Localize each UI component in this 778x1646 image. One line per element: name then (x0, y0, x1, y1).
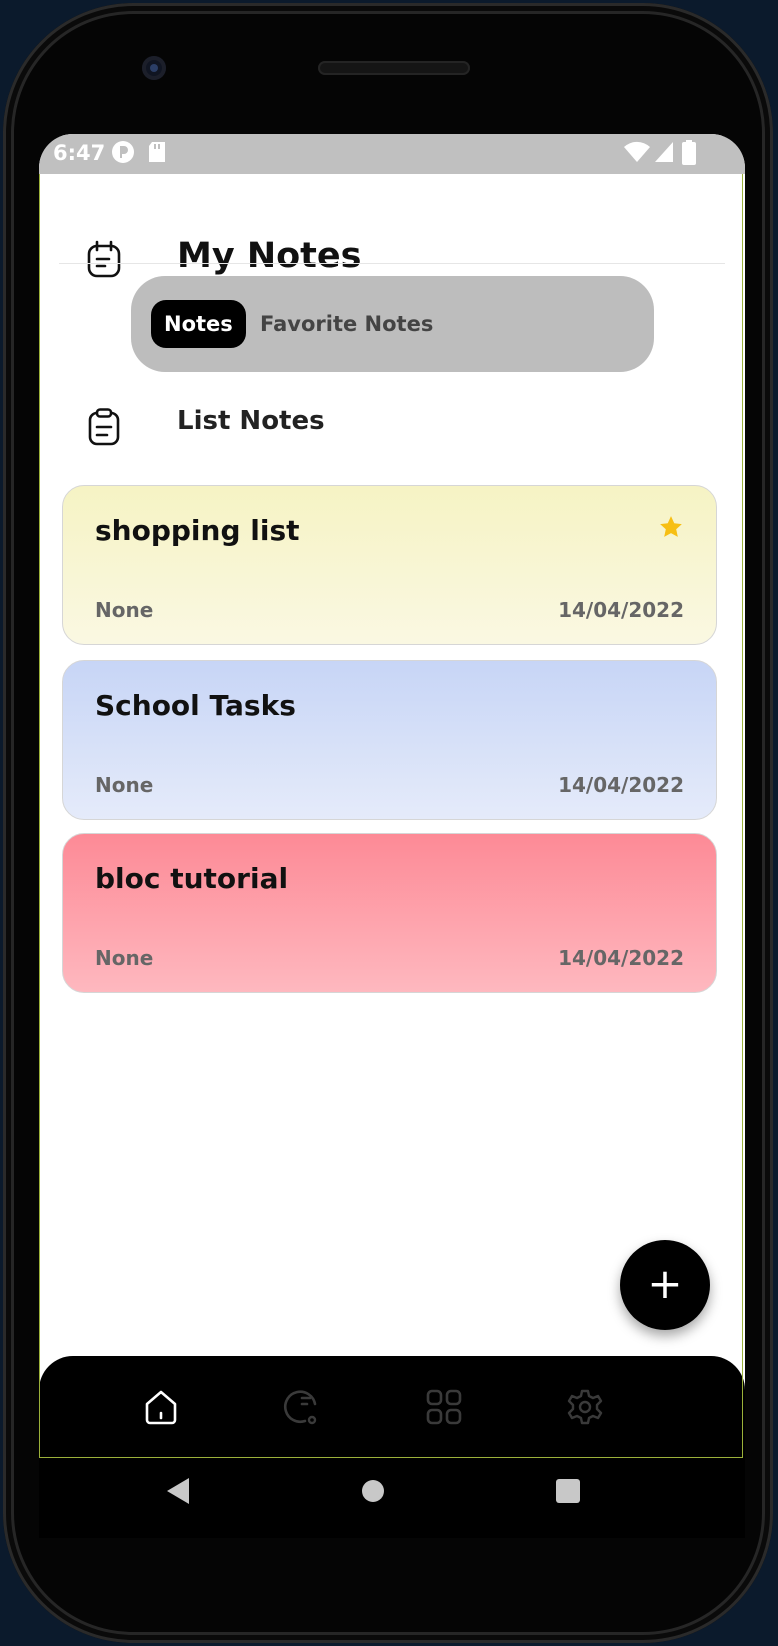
favorite-star-icon[interactable] (658, 514, 684, 544)
note-category: None (95, 946, 154, 970)
section-title: List Notes (177, 406, 325, 436)
note-date: 14/04/2022 (558, 946, 684, 970)
note-date: 14/04/2022 (558, 773, 684, 797)
phone-frame: 6:47 My Notes Notes Favorite Notes List … (3, 3, 773, 1643)
header-divider (59, 263, 725, 264)
note-category: None (95, 598, 154, 622)
sd-card-icon (147, 140, 167, 169)
battery-icon (682, 140, 696, 171)
note-card[interactable]: School Tasks None 14/04/2022 (62, 660, 717, 820)
cellular-signal-icon (653, 140, 675, 169)
tab-notes[interactable]: Notes (151, 300, 246, 348)
notepad-icon (87, 240, 121, 282)
earpiece-speaker (318, 61, 470, 75)
status-time: 6:47 (53, 141, 106, 165)
note-title: shopping list (95, 514, 300, 547)
notification-app-icon (111, 140, 135, 169)
add-note-button[interactable]: + (620, 1240, 710, 1330)
status-bar: 6:47 (39, 134, 745, 174)
nav-outline (39, 1356, 743, 1458)
front-camera (142, 56, 166, 80)
note-card[interactable]: bloc tutorial None 14/04/2022 (62, 833, 717, 993)
plus-icon: + (647, 1259, 683, 1308)
system-navigation-bar (39, 1458, 745, 1538)
clipboard-icon (87, 408, 121, 450)
note-title: bloc tutorial (95, 862, 289, 895)
tab-favorite-notes[interactable]: Favorite Notes (260, 300, 433, 348)
app-screen: 6:47 My Notes Notes Favorite Notes List … (39, 134, 745, 1538)
note-category: None (95, 773, 154, 797)
note-date: 14/04/2022 (558, 598, 684, 622)
recents-icon[interactable] (555, 1476, 581, 1510)
note-title: School Tasks (95, 689, 296, 722)
page-title: My Notes (177, 236, 362, 276)
home-circle-icon[interactable] (360, 1476, 386, 1510)
tab-bar: Notes Favorite Notes (131, 276, 654, 372)
note-card[interactable]: shopping list None 14/04/2022 (62, 485, 717, 645)
wifi-icon (623, 140, 651, 169)
back-icon[interactable] (165, 1476, 191, 1510)
